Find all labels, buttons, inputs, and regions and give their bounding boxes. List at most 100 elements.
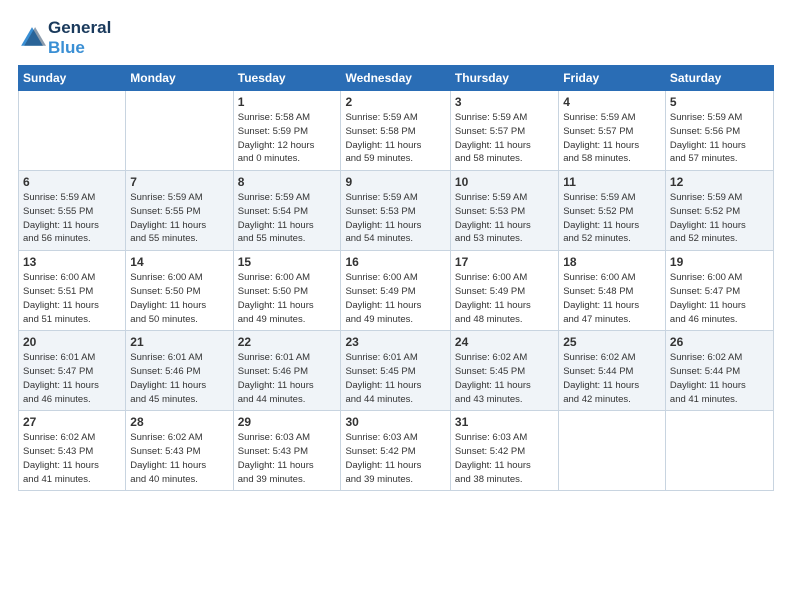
day-info: Sunrise: 5:59 AM Sunset: 5:53 PM Dayligh…: [455, 191, 554, 246]
calendar-cell: 28 Sunrise: 6:02 AM Sunset: 5:43 PM Dayli…: [126, 411, 233, 491]
day-number: 28: [130, 415, 228, 429]
week-row-2: 6 Sunrise: 5:59 AM Sunset: 5:55 PM Daylig…: [19, 171, 774, 251]
day-number: 12: [670, 175, 769, 189]
day-number: 10: [455, 175, 554, 189]
day-info: Sunrise: 6:03 AM Sunset: 5:43 PM Dayligh…: [238, 431, 337, 486]
day-info: Sunrise: 6:00 AM Sunset: 5:51 PM Dayligh…: [23, 271, 121, 326]
calendar-cell: 4 Sunrise: 5:59 AM Sunset: 5:57 PM Daylig…: [559, 91, 666, 171]
weekday-saturday: Saturday: [665, 66, 773, 91]
calendar-cell: 10 Sunrise: 5:59 AM Sunset: 5:53 PM Dayli…: [450, 171, 558, 251]
day-number: 3: [455, 95, 554, 109]
day-info: Sunrise: 6:01 AM Sunset: 5:45 PM Dayligh…: [345, 351, 445, 406]
calendar-cell: 25 Sunrise: 6:02 AM Sunset: 5:44 PM Dayli…: [559, 331, 666, 411]
calendar-cell: [665, 411, 773, 491]
calendar-cell: 16 Sunrise: 6:00 AM Sunset: 5:49 PM Dayli…: [341, 251, 450, 331]
day-info: Sunrise: 5:59 AM Sunset: 5:52 PM Dayligh…: [563, 191, 661, 246]
day-number: 4: [563, 95, 661, 109]
day-number: 17: [455, 255, 554, 269]
header: General Blue: [18, 18, 774, 57]
calendar-cell: 17 Sunrise: 6:00 AM Sunset: 5:49 PM Dayli…: [450, 251, 558, 331]
day-number: 5: [670, 95, 769, 109]
calendar-cell: 19 Sunrise: 6:00 AM Sunset: 5:47 PM Dayli…: [665, 251, 773, 331]
weekday-monday: Monday: [126, 66, 233, 91]
day-number: 19: [670, 255, 769, 269]
week-row-3: 13 Sunrise: 6:00 AM Sunset: 5:51 PM Dayli…: [19, 251, 774, 331]
day-number: 16: [345, 255, 445, 269]
weekday-header-row: SundayMondayTuesdayWednesdayThursdayFrid…: [19, 66, 774, 91]
weekday-thursday: Thursday: [450, 66, 558, 91]
day-number: 15: [238, 255, 337, 269]
day-number: 23: [345, 335, 445, 349]
calendar-cell: 13 Sunrise: 6:00 AM Sunset: 5:51 PM Dayli…: [19, 251, 126, 331]
day-info: Sunrise: 6:02 AM Sunset: 5:45 PM Dayligh…: [455, 351, 554, 406]
day-number: 27: [23, 415, 121, 429]
day-number: 31: [455, 415, 554, 429]
weekday-wednesday: Wednesday: [341, 66, 450, 91]
day-info: Sunrise: 6:00 AM Sunset: 5:50 PM Dayligh…: [238, 271, 337, 326]
day-number: 21: [130, 335, 228, 349]
day-number: 13: [23, 255, 121, 269]
day-info: Sunrise: 5:59 AM Sunset: 5:55 PM Dayligh…: [23, 191, 121, 246]
weekday-friday: Friday: [559, 66, 666, 91]
calendar-cell: 8Sunrise: 5:59 AM Sunset: 5:54 PM Daylig…: [233, 171, 341, 251]
calendar-cell: 24 Sunrise: 6:02 AM Sunset: 5:45 PM Dayli…: [450, 331, 558, 411]
calendar-cell: [559, 411, 666, 491]
day-info: Sunrise: 6:01 AM Sunset: 5:46 PM Dayligh…: [130, 351, 228, 406]
calendar-cell: 14Sunrise: 6:00 AM Sunset: 5:50 PM Dayli…: [126, 251, 233, 331]
week-row-5: 27 Sunrise: 6:02 AM Sunset: 5:43 PM Dayli…: [19, 411, 774, 491]
day-info: Sunrise: 6:00 AM Sunset: 5:49 PM Dayligh…: [345, 271, 445, 326]
day-info: Sunrise: 6:03 AM Sunset: 5:42 PM Dayligh…: [345, 431, 445, 486]
day-info: Sunrise: 6:02 AM Sunset: 5:43 PM Dayligh…: [23, 431, 121, 486]
day-info: Sunrise: 5:59 AM Sunset: 5:58 PM Dayligh…: [345, 111, 445, 166]
calendar-cell: 5 Sunrise: 5:59 AM Sunset: 5:56 PM Daylig…: [665, 91, 773, 171]
day-info: Sunrise: 5:59 AM Sunset: 5:55 PM Dayligh…: [130, 191, 228, 246]
calendar-cell: 6 Sunrise: 5:59 AM Sunset: 5:55 PM Daylig…: [19, 171, 126, 251]
calendar-cell: 20 Sunrise: 6:01 AM Sunset: 5:47 PM Dayli…: [19, 331, 126, 411]
day-number: 18: [563, 255, 661, 269]
day-info: Sunrise: 6:03 AM Sunset: 5:42 PM Dayligh…: [455, 431, 554, 486]
calendar-cell: 7Sunrise: 5:59 AM Sunset: 5:55 PM Daylig…: [126, 171, 233, 251]
day-info: Sunrise: 6:01 AM Sunset: 5:46 PM Dayligh…: [238, 351, 337, 406]
calendar-cell: 27 Sunrise: 6:02 AM Sunset: 5:43 PM Dayli…: [19, 411, 126, 491]
calendar-cell: 26 Sunrise: 6:02 AM Sunset: 5:44 PM Dayli…: [665, 331, 773, 411]
day-number: 2: [345, 95, 445, 109]
day-info: Sunrise: 5:59 AM Sunset: 5:57 PM Dayligh…: [563, 111, 661, 166]
calendar-cell: 30 Sunrise: 6:03 AM Sunset: 5:42 PM Dayli…: [341, 411, 450, 491]
day-info: Sunrise: 6:02 AM Sunset: 5:44 PM Dayligh…: [563, 351, 661, 406]
calendar-cell: [19, 91, 126, 171]
day-number: 29: [238, 415, 337, 429]
week-row-1: 1Sunrise: 5:58 AM Sunset: 5:59 PM Daylig…: [19, 91, 774, 171]
day-info: Sunrise: 5:59 AM Sunset: 5:52 PM Dayligh…: [670, 191, 769, 246]
day-info: Sunrise: 6:00 AM Sunset: 5:50 PM Dayligh…: [130, 271, 228, 326]
calendar-cell: [126, 91, 233, 171]
day-number: 6: [23, 175, 121, 189]
calendar-cell: 3 Sunrise: 5:59 AM Sunset: 5:57 PM Daylig…: [450, 91, 558, 171]
day-info: Sunrise: 5:59 AM Sunset: 5:57 PM Dayligh…: [455, 111, 554, 166]
day-info: Sunrise: 6:00 AM Sunset: 5:49 PM Dayligh…: [455, 271, 554, 326]
day-number: 25: [563, 335, 661, 349]
day-number: 20: [23, 335, 121, 349]
weekday-sunday: Sunday: [19, 66, 126, 91]
logo-line1: General: [48, 18, 111, 38]
day-info: Sunrise: 5:58 AM Sunset: 5:59 PM Dayligh…: [238, 111, 337, 166]
calendar-cell: 11 Sunrise: 5:59 AM Sunset: 5:52 PM Dayli…: [559, 171, 666, 251]
calendar-cell: 31 Sunrise: 6:03 AM Sunset: 5:42 PM Dayli…: [450, 411, 558, 491]
logo: General Blue: [18, 18, 111, 57]
day-info: Sunrise: 6:02 AM Sunset: 5:44 PM Dayligh…: [670, 351, 769, 406]
day-info: Sunrise: 6:02 AM Sunset: 5:43 PM Dayligh…: [130, 431, 228, 486]
day-info: Sunrise: 5:59 AM Sunset: 5:56 PM Dayligh…: [670, 111, 769, 166]
logo-icon: [18, 24, 46, 52]
calendar-cell: 29 Sunrise: 6:03 AM Sunset: 5:43 PM Dayli…: [233, 411, 341, 491]
day-number: 26: [670, 335, 769, 349]
day-number: 30: [345, 415, 445, 429]
logo-line2: Blue: [48, 38, 111, 58]
calendar-cell: 12 Sunrise: 5:59 AM Sunset: 5:52 PM Dayli…: [665, 171, 773, 251]
day-number: 8: [238, 175, 337, 189]
calendar-cell: 9Sunrise: 5:59 AM Sunset: 5:53 PM Daylig…: [341, 171, 450, 251]
day-number: 24: [455, 335, 554, 349]
day-number: 11: [563, 175, 661, 189]
day-info: Sunrise: 6:00 AM Sunset: 5:47 PM Dayligh…: [670, 271, 769, 326]
day-info: Sunrise: 6:00 AM Sunset: 5:48 PM Dayligh…: [563, 271, 661, 326]
calendar-cell: 23 Sunrise: 6:01 AM Sunset: 5:45 PM Dayli…: [341, 331, 450, 411]
day-info: Sunrise: 6:01 AM Sunset: 5:47 PM Dayligh…: [23, 351, 121, 406]
